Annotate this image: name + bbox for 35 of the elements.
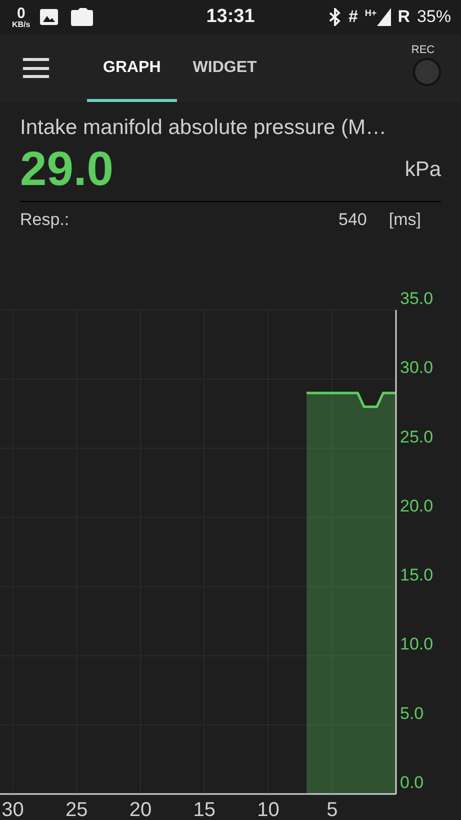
x-axis-label: 10 (257, 799, 280, 820)
y-axis-label: 15.0 (400, 566, 434, 585)
menu-button[interactable] (23, 58, 49, 78)
y-axis-label: 0.0 (400, 773, 424, 792)
x-axis-label: 30 (2, 799, 24, 820)
y-axis-label: 20.0 (400, 496, 434, 516)
sensor-value: 29.0 (20, 142, 114, 197)
response-label: Resp.: (20, 210, 70, 230)
clock-time: 13:31 (205, 6, 256, 28)
y-axis-label: 5.0 (400, 704, 424, 723)
y-axis-label: 35.0 (400, 289, 434, 308)
folder-icon (70, 8, 94, 26)
network-type: H+ (364, 8, 377, 18)
signal-icon (376, 8, 391, 26)
x-axis-label: 20 (129, 799, 152, 820)
y-axis-label: 25.0 (400, 427, 434, 446)
x-axis-label: 5 (326, 799, 338, 820)
sensor-title: Intake manifold absolute pressure (M… (20, 116, 388, 140)
x-axis-label: 15 (193, 799, 216, 820)
roaming-indicator: R (398, 7, 410, 27)
network-speed: 0 (16, 6, 26, 20)
image-icon (40, 9, 58, 25)
bluetooth-icon (329, 8, 342, 26)
response-value: 540 (338, 210, 367, 230)
battery-level: 35% (416, 7, 451, 27)
tab[interactable]: GRAPH (87, 34, 177, 102)
rec-label: REC (411, 44, 435, 56)
speed-unit: KB/s (12, 20, 30, 28)
response-unit: [ms] (388, 210, 421, 230)
y-axis-label: 30.0 (400, 358, 434, 378)
tab[interactable]: WIDGET (176, 34, 273, 102)
sensor-unit: kPa (404, 158, 441, 182)
hash-indicator: # (348, 7, 358, 27)
y-axis-label: 10.0 (400, 634, 434, 654)
x-axis-label: 25 (66, 799, 88, 820)
